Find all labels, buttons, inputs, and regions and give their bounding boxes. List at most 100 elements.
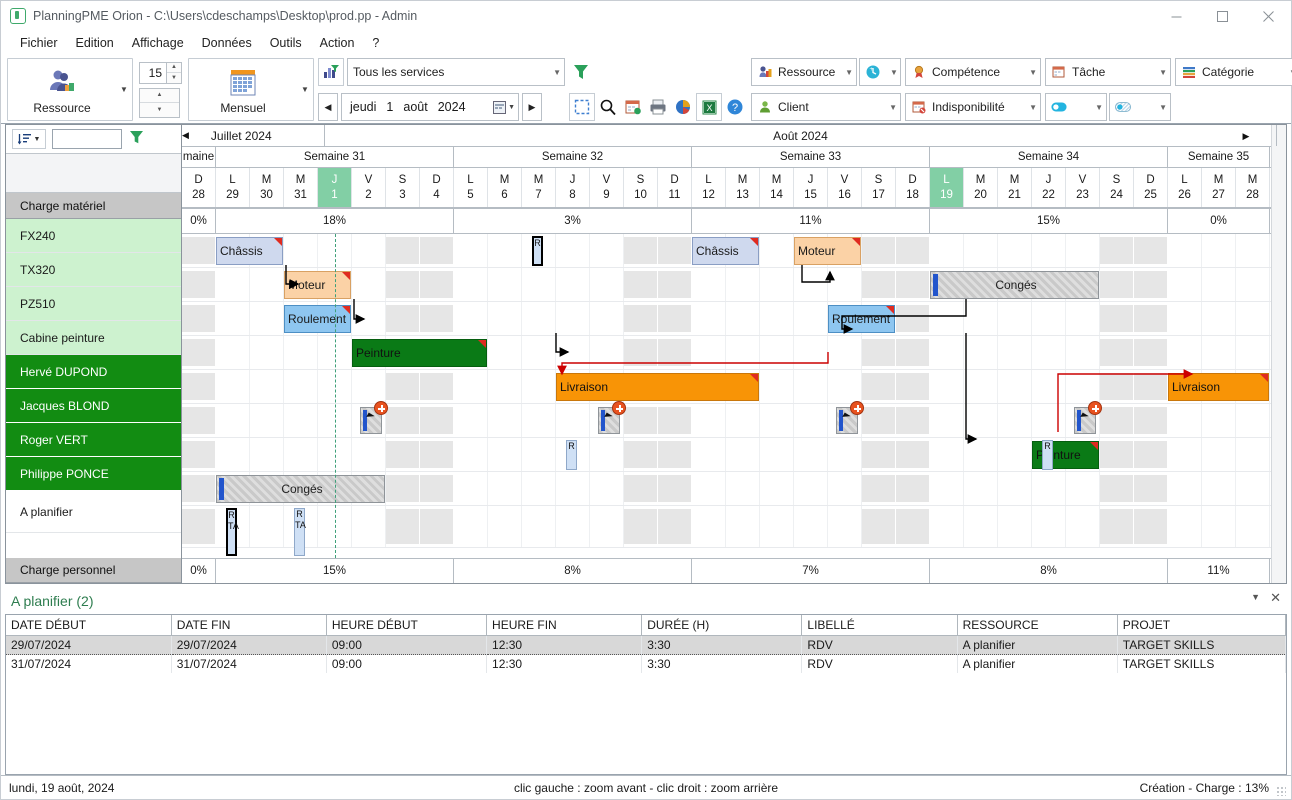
gantt-cell[interactable]: [420, 237, 454, 264]
gantt-cell[interactable]: [454, 370, 488, 403]
gantt-cell[interactable]: [250, 336, 284, 369]
gantt-cell[interactable]: [1202, 438, 1236, 471]
gantt-cell[interactable]: [624, 441, 658, 468]
gantt-cell[interactable]: [930, 336, 964, 369]
gantt-cell[interactable]: [692, 302, 726, 335]
timeline-day[interactable]: L19: [930, 168, 964, 207]
date-prev-button[interactable]: ◀: [318, 93, 338, 121]
gantt-cell[interactable]: [352, 302, 386, 335]
gantt-cell[interactable]: [352, 438, 386, 471]
table-column-header[interactable]: DATE DÉBUT: [6, 615, 171, 636]
gantt-cell[interactable]: [420, 509, 454, 544]
gantt-cell[interactable]: [862, 407, 896, 434]
gantt-cell[interactable]: [658, 407, 692, 434]
timeline-prev-arrow[interactable]: ◀: [182, 125, 189, 146]
gantt-cell[interactable]: [556, 506, 590, 547]
table-column-header[interactable]: HEURE FIN: [487, 615, 642, 636]
gantt-cell[interactable]: [454, 472, 488, 505]
gantt-cell[interactable]: [624, 475, 658, 502]
gantt-cell[interactable]: [284, 370, 318, 403]
gantt-cell[interactable]: [760, 336, 794, 369]
gantt-cell[interactable]: [488, 336, 522, 369]
gantt-cell[interactable]: [692, 438, 726, 471]
gantt-mini-bar[interactable]: RTA: [226, 508, 237, 556]
gantt-task-bar[interactable]: Moteur: [284, 271, 351, 299]
gantt-cell[interactable]: [420, 305, 454, 332]
chart-pie-icon[interactable]: [671, 93, 695, 121]
timeline-day[interactable]: M27: [1202, 168, 1236, 207]
gantt-cell[interactable]: [658, 237, 692, 264]
gantt-cell[interactable]: [522, 268, 556, 301]
gantt-row[interactable]: RTARTA: [182, 506, 1271, 548]
combo-ressource[interactable]: Ressource ▼: [751, 58, 857, 86]
gantt-cell[interactable]: [624, 339, 658, 366]
gantt-cell[interactable]: [1100, 271, 1134, 298]
timeline-day[interactable]: J22: [1032, 168, 1066, 207]
resource-row-tx320[interactable]: TX320: [6, 253, 181, 287]
gantt-cell[interactable]: [862, 271, 896, 298]
gantt-cell[interactable]: [250, 438, 284, 471]
gantt-cell[interactable]: [828, 370, 862, 403]
timeline-day[interactable]: D25: [1134, 168, 1168, 207]
gantt-cell[interactable]: [930, 370, 964, 403]
resource-row-roger-vert[interactable]: Roger VERT: [6, 423, 181, 457]
timeline-day[interactable]: L12: [692, 168, 726, 207]
gantt-cell[interactable]: [318, 234, 352, 267]
timeline-day[interactable]: J1: [318, 168, 352, 207]
gantt-cell[interactable]: [1202, 268, 1236, 301]
timeline-day[interactable]: S10: [624, 168, 658, 207]
gantt-cell[interactable]: [488, 302, 522, 335]
gantt-cell[interactable]: [386, 305, 420, 332]
gantt-cell[interactable]: [692, 268, 726, 301]
gantt-cell[interactable]: [658, 339, 692, 366]
gantt-cell[interactable]: [284, 438, 318, 471]
gantt-cell[interactable]: [964, 370, 998, 403]
gantt-cell[interactable]: [522, 438, 556, 471]
gantt-cell[interactable]: [930, 404, 964, 437]
gantt-cell[interactable]: [352, 370, 386, 403]
gantt-cell[interactable]: [318, 404, 352, 437]
gantt-cell[interactable]: [318, 438, 352, 471]
funnel-icon[interactable]: [569, 58, 593, 86]
gantt-cell[interactable]: [216, 268, 250, 301]
timeline-day[interactable]: M13: [726, 168, 760, 207]
resource-row-cabine-peinture[interactable]: Cabine peinture: [6, 321, 181, 355]
gantt-cell[interactable]: [760, 404, 794, 437]
gantt-cell[interactable]: [1066, 506, 1100, 547]
timeline-day[interactable]: D11: [658, 168, 692, 207]
table-column-header[interactable]: HEURE DÉBUT: [326, 615, 486, 636]
gantt-cell[interactable]: [1100, 509, 1134, 544]
services-combo[interactable]: Tous les services ▼: [347, 58, 565, 86]
timeline-day[interactable]: L29: [216, 168, 250, 207]
unavailability-marker[interactable]: [360, 407, 382, 434]
table-row[interactable]: 29/07/202429/07/202409:0012:303:30RDVA p…: [6, 636, 1286, 655]
gantt-cell[interactable]: [216, 336, 250, 369]
gantt-cell[interactable]: [658, 475, 692, 502]
gantt-cell[interactable]: [624, 271, 658, 298]
timeline-day[interactable]: M7: [522, 168, 556, 207]
gantt-cell[interactable]: [998, 404, 1032, 437]
gantt-cell[interactable]: [216, 438, 250, 471]
menu-affichage[interactable]: Affichage: [123, 33, 193, 53]
gantt-cell[interactable]: [896, 339, 930, 366]
gantt-cell[interactable]: [590, 268, 624, 301]
gantt-cell[interactable]: [522, 370, 556, 403]
timeline-day[interactable]: M14: [760, 168, 794, 207]
combo-categorie[interactable]: Catégorie ▼: [1175, 58, 1292, 86]
gantt-cell[interactable]: [1134, 475, 1168, 502]
gantt-cell[interactable]: [896, 509, 930, 544]
gantt-cell[interactable]: [1032, 472, 1066, 505]
gantt-cell[interactable]: [760, 302, 794, 335]
gantt-cell[interactable]: [488, 370, 522, 403]
gantt-cell[interactable]: [1202, 404, 1236, 437]
gantt-cell[interactable]: [250, 302, 284, 335]
gantt-cell[interactable]: [964, 404, 998, 437]
gantt-cell[interactable]: [1032, 234, 1066, 267]
resource-row-a-planifier[interactable]: A planifier: [6, 491, 181, 533]
timeline-day[interactable]: L5: [454, 168, 488, 207]
gantt-cell[interactable]: [556, 302, 590, 335]
group-filter-button[interactable]: [318, 58, 344, 86]
gantt-cell[interactable]: [420, 475, 454, 502]
gantt-cell[interactable]: [1168, 438, 1202, 471]
gantt-vertical-scrollbar[interactable]: [1271, 125, 1286, 583]
